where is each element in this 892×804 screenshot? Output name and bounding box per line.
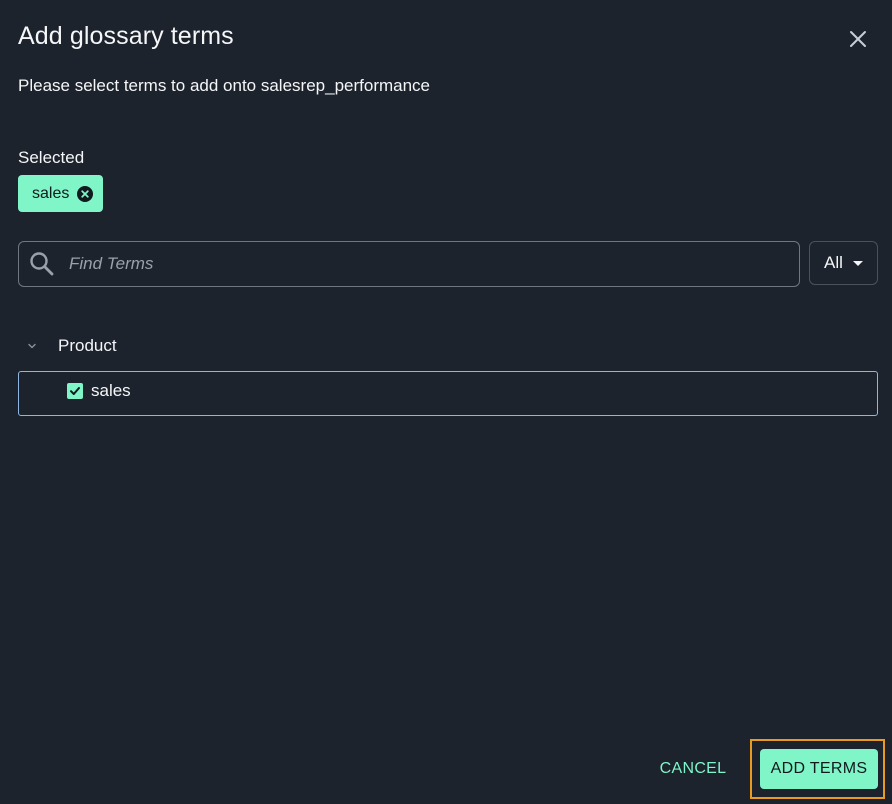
- chevron-down-icon[interactable]: [26, 340, 38, 352]
- tree-term-row[interactable]: sales: [18, 371, 878, 416]
- close-button[interactable]: [844, 25, 872, 53]
- search-box[interactable]: [18, 241, 800, 287]
- close-icon[interactable]: [844, 25, 872, 53]
- checkmark-icon: [70, 386, 80, 395]
- add-glossary-terms-dialog: Add glossary terms Please select terms t…: [0, 0, 892, 804]
- tree-group-product[interactable]: Product: [18, 330, 117, 362]
- term-checkbox[interactable]: [67, 382, 83, 399]
- add-terms-focus-ring: ADD TERMS: [750, 739, 885, 799]
- search-input[interactable]: [67, 253, 799, 275]
- dialog-title: Add glossary terms: [18, 22, 234, 50]
- close-circle-icon[interactable]: [77, 186, 93, 202]
- cancel-button[interactable]: CANCEL: [650, 750, 736, 788]
- chip-label: sales: [32, 184, 70, 202]
- term-label: sales: [91, 380, 131, 400]
- search-icon: [30, 252, 54, 276]
- remove-chip-button[interactable]: [77, 185, 94, 202]
- selected-term-chip[interactable]: sales: [18, 175, 104, 212]
- filter-select[interactable]: All: [809, 241, 878, 285]
- dialog-subtitle: Please select terms to add onto salesrep…: [18, 76, 431, 95]
- filter-selected-value: All: [824, 253, 843, 272]
- caret-down-icon: [852, 260, 863, 266]
- add-terms-button[interactable]: ADD TERMS: [760, 749, 878, 789]
- selected-label: Selected: [18, 148, 85, 167]
- tree-group-label: Product: [58, 336, 117, 355]
